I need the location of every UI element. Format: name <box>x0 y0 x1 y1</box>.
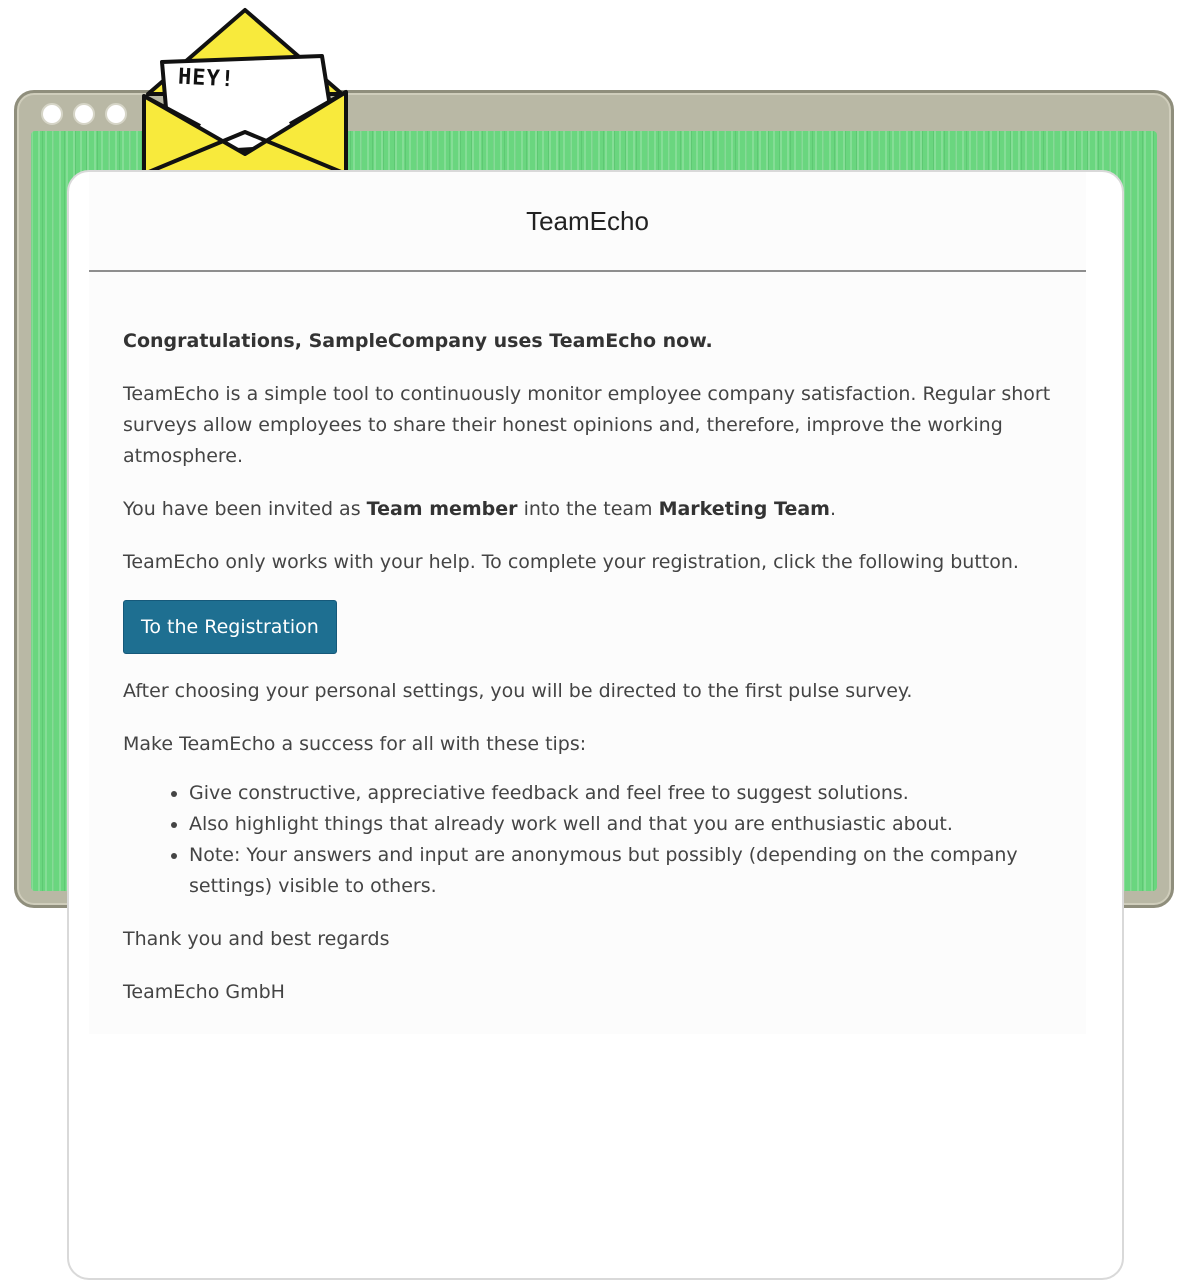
envelope-icon: HEY! <box>140 4 350 174</box>
window-dot-icon <box>41 103 63 125</box>
list-item: Also highlight things that already work … <box>189 809 1052 840</box>
tips-list: Give constructive, appreciative feedback… <box>123 778 1052 902</box>
email-body: Congratulations, SampleCompany uses Team… <box>89 272 1086 1008</box>
invite-prefix: You have been invited as <box>123 498 367 520</box>
email-intro: TeamEcho is a simple tool to continuousl… <box>123 383 1051 467</box>
signoff-line-2: TeamEcho GmbH <box>123 981 285 1003</box>
invite-role: Team member <box>366 498 518 520</box>
invite-team: Marketing Team <box>658 498 830 520</box>
envelope-illustration <box>142 8 348 174</box>
email-card: TeamEcho Congratulations, SampleCompany … <box>67 170 1124 1280</box>
tips-intro: Make TeamEcho a success for all with the… <box>123 733 587 755</box>
invite-middle: into the team <box>517 498 659 520</box>
email-content: TeamEcho Congratulations, SampleCompany … <box>89 172 1086 1034</box>
email-help-text: TeamEcho only works with your help. To c… <box>123 551 1019 573</box>
list-item: Give constructive, appreciative feedback… <box>189 778 1052 809</box>
email-header: TeamEcho <box>89 172 1086 272</box>
email-after-text: After choosing your personal settings, y… <box>123 680 913 702</box>
window-dot-icon <box>73 103 95 125</box>
window-dot-icon <box>105 103 127 125</box>
email-headline: Congratulations, SampleCompany uses Team… <box>123 330 713 352</box>
window-controls <box>41 103 127 125</box>
envelope-text: HEY! <box>177 64 236 93</box>
invite-suffix: . <box>829 498 837 520</box>
signoff-line-1: Thank you and best regards <box>123 928 390 950</box>
email-invite: You have been invited as Team member int… <box>123 494 1052 525</box>
email-title: TeamEcho <box>526 205 649 236</box>
registration-button[interactable]: To the Registration <box>123 600 337 654</box>
list-item: Note: Your answers and input are anonymo… <box>189 840 1052 902</box>
